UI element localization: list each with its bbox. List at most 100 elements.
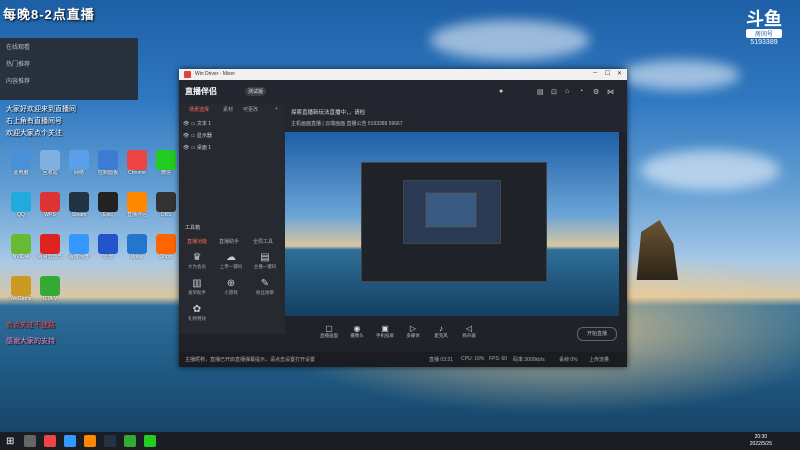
scene-item[interactable]: 👁 ▭ 文本 1: [183, 120, 211, 127]
tool-member[interactable]: ♛ 大为会员: [181, 252, 213, 270]
settings-icon[interactable]: ⚙: [593, 88, 599, 96]
app-icon: [156, 150, 176, 170]
lock-icon[interactable]: ⊡: [551, 88, 557, 96]
status-bar: 主播昵称，直播已开启直播弹幕提示，请点击设置打开设置 直播 03:21 CPU:…: [179, 352, 627, 367]
speaker-button[interactable]: ◁ 扬声器: [455, 324, 483, 339]
desktop-icon-label: 百度网盘: [68, 254, 89, 260]
status-item: CPU: 16%: [461, 356, 485, 362]
start-live-button[interactable]: 开始直播: [577, 327, 617, 341]
search-icon[interactable]: [24, 435, 36, 447]
desktop-icon[interactable]: 迅雷: [93, 234, 123, 272]
tab-live-assistant[interactable]: 直播助手: [219, 238, 239, 245]
desktop-icon[interactable]: Chrome: [122, 150, 152, 188]
logo-mark: 斗鱼: [746, 9, 782, 29]
tool-minigame[interactable]: ⊕ 小游戏: [215, 278, 247, 296]
add-scene-icon[interactable]: +: [275, 106, 278, 112]
cloud-icon: ☁: [226, 252, 236, 263]
desktop-icon-label: WeGame: [10, 296, 32, 302]
stream-preview[interactable]: [285, 132, 619, 316]
scene-item[interactable]: 👁 ▭ 桌面 1: [183, 144, 211, 151]
control-label: 扬声器: [462, 333, 476, 338]
desktop-icon[interactable]: 微信: [151, 150, 181, 188]
desktop-icon[interactable]: QQ: [6, 192, 36, 230]
desktop-icon[interactable]: Uplay: [122, 234, 152, 272]
play-icon: ▷: [409, 324, 417, 333]
desktop-icon[interactable]: 控制面板: [93, 150, 123, 188]
desktop-icon-label: 网易云音乐: [37, 254, 63, 260]
status-item: 码率:3000kb/s: [513, 357, 545, 363]
control-label: 多媒体: [406, 333, 420, 338]
menu-item[interactable]: 内容推荐: [0, 72, 138, 89]
shirt-icon[interactable]: ⌂: [565, 88, 569, 95]
avatar-icon[interactable]: ●: [499, 88, 503, 95]
microphone-button[interactable]: ♪ 麦克风: [427, 324, 455, 339]
desktop-icon-label: 控制面板: [97, 170, 118, 176]
windows-start-icon[interactable]: ⊞: [6, 436, 14, 447]
status-item: 直播 03:21: [429, 357, 453, 363]
desktop-icon-label: GTA V: [42, 296, 58, 302]
desktop-icon[interactable]: 直播伴侣: [122, 192, 152, 230]
tool-upload[interactable]: ☁ 上传一键码: [215, 252, 247, 270]
live-companion-taskbar-icon[interactable]: [84, 435, 96, 447]
tab-materials[interactable]: 素材: [223, 106, 233, 113]
window-title: Win Driver - Mixer: [195, 71, 235, 77]
menu-item[interactable]: 在线观看: [0, 38, 138, 55]
desktop-icon[interactable]: NVIDIA: [6, 234, 36, 272]
tool-label: 礼物特效: [188, 316, 206, 321]
desktop-icon[interactable]: 回收站: [35, 150, 65, 188]
desktop-icon[interactable]: 此电脑: [6, 150, 36, 188]
desktop-icon[interactable]: 百度网盘: [64, 234, 94, 272]
tab-editable[interactable]: 可更改: [243, 106, 258, 113]
desktop-icon[interactable]: 网络: [64, 150, 94, 188]
desktop-icon[interactable]: Epic: [93, 192, 123, 230]
overlay-line: 大家好欢迎来到直播间: [6, 106, 76, 113]
desktop-icon[interactable]: OBS: [151, 192, 181, 230]
logo-subtitle: 房间号: [746, 29, 782, 38]
app-icon: [69, 192, 89, 212]
tab-live-functions[interactable]: 直播功能: [187, 238, 207, 245]
overlay-line: 欢迎大家点个关注: [6, 130, 62, 137]
phone-icon: ▣: [381, 324, 389, 333]
scene-item[interactable]: 👁 ▭ 显示器: [183, 132, 212, 139]
gift-icon[interactable]: ▤: [537, 88, 544, 96]
maximize-icon[interactable]: ☐: [605, 70, 610, 77]
app-icon: [98, 150, 118, 170]
tool-lottery[interactable]: ▥ 发奖助手: [181, 278, 213, 296]
app-icon[interactable]: [124, 435, 136, 447]
desktop-icon-label: 此电脑: [13, 170, 29, 176]
phone-cast-button[interactable]: ▣ 手机投屏: [371, 324, 399, 339]
desktop-icon[interactable]: WeGame: [6, 276, 36, 314]
wechat-icon[interactable]: [144, 435, 156, 447]
cloud-shape: [430, 20, 590, 60]
desktop-icon[interactable]: 网易云音乐: [35, 234, 65, 272]
steam-icon[interactable]: [104, 435, 116, 447]
screen-capture-button[interactable]: ▢ 直播画面: [315, 324, 343, 339]
tool-label: 上传一键码: [219, 264, 243, 269]
status-message: 主播昵称，直播已开启直播弹幕提示，请点击设置打开设置: [185, 357, 316, 363]
app-icon: [127, 234, 147, 254]
tool-gift-effect[interactable]: ✿ 礼物特效: [181, 304, 213, 322]
explorer-icon[interactable]: [64, 435, 76, 447]
camera-button[interactable]: ◉ 摄像头: [343, 324, 371, 339]
desktop-icon[interactable]: WPS: [35, 192, 65, 230]
chrome-icon[interactable]: [44, 435, 56, 447]
media-button[interactable]: ▷ 多媒体: [399, 324, 427, 339]
tab-global-tools[interactable]: 全局工具: [253, 238, 273, 245]
sidebar: 场景选择 素材 可更改 + 👁 ▭ 文本 1 👁 ▭ 显示器 👁 ▭ 桌面 1 …: [179, 104, 285, 334]
desktop-icon[interactable]: Steam: [64, 192, 94, 230]
window-titlebar[interactable]: Win Driver - Mixer ─ ☐ ✕: [179, 69, 627, 80]
app-icon: [98, 192, 118, 212]
desktop-icon[interactable]: GTA V: [35, 276, 65, 314]
tool-anchor[interactable]: ▤ 主播一键码: [249, 252, 281, 270]
douyu-logo: 斗鱼 房间号 5193389: [738, 10, 790, 58]
bell-icon[interactable]: ◔: [579, 88, 583, 95]
close-icon[interactable]: ✕: [617, 70, 622, 77]
share-icon[interactable]: ⋈: [607, 88, 614, 96]
menu-item[interactable]: 热门推荐: [0, 55, 138, 72]
clock[interactable]: 20:30 2022/5/25: [750, 434, 772, 448]
minimize-icon[interactable]: ─: [593, 70, 597, 76]
tab-scenes[interactable]: 场景选择: [189, 106, 209, 113]
tool-fan-badge[interactable]: ✎ 粉丝勋章: [249, 278, 281, 296]
stream-announcement[interactable]: 探索直播新玩法直播中，，请检: [291, 108, 365, 116]
desktop-icon[interactable]: Origin: [151, 234, 181, 272]
